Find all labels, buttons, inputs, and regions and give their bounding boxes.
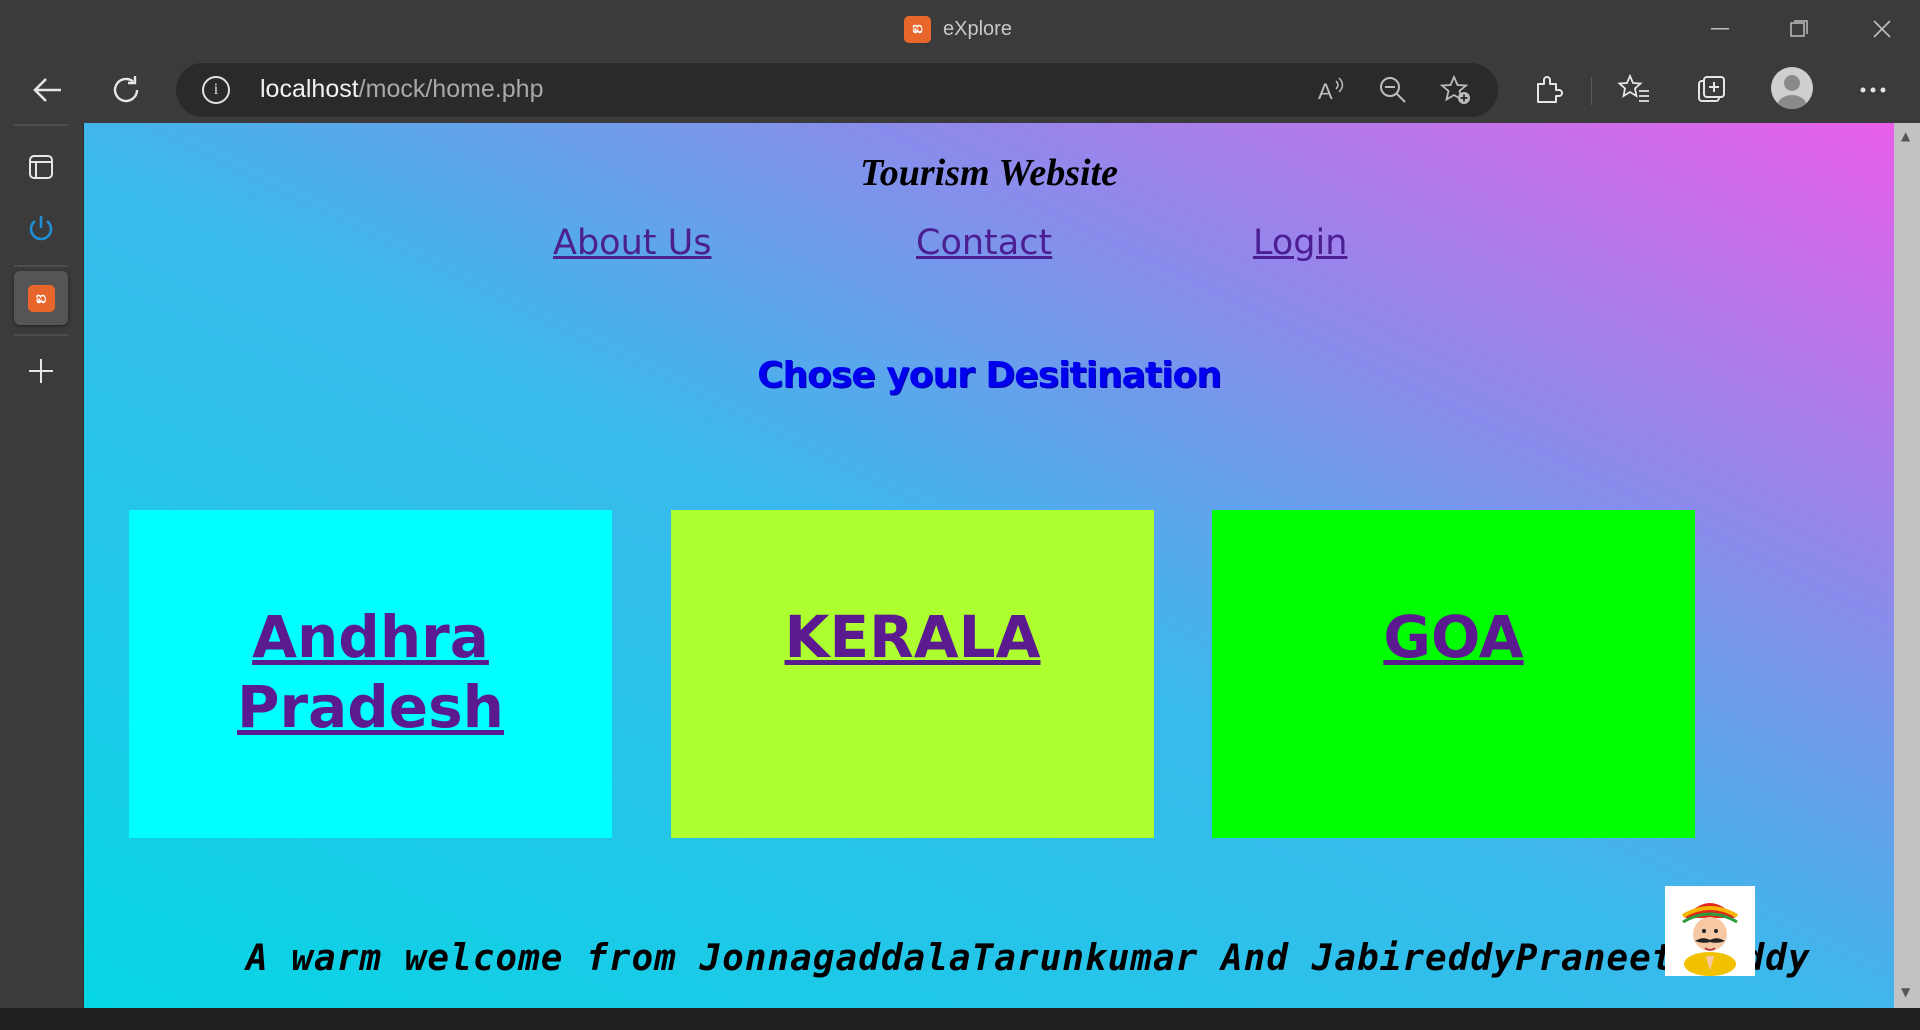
favorites-button[interactable] xyxy=(1610,66,1658,114)
vertical-tab-sidebar: ಐ xyxy=(0,123,83,1008)
nav-login-link[interactable]: Login xyxy=(1253,223,1347,263)
address-bar[interactable]: i localhost/mock/home.php A xyxy=(176,63,1498,117)
turban-mascot-image xyxy=(1665,886,1755,976)
sidebar-divider xyxy=(14,334,68,336)
goa-link[interactable]: GOA xyxy=(1383,603,1523,671)
xampp-logo-icon: ಐ xyxy=(904,15,931,43)
page-scrollbar[interactable]: ▲ ▼ xyxy=(1894,123,1920,1008)
xampp-icon: ಐ xyxy=(27,284,55,312)
add-icon xyxy=(29,359,53,383)
andhra-pradesh-link[interactable]: Andhra Pradesh xyxy=(237,603,504,741)
url-host: localhost xyxy=(260,75,359,103)
os-taskbar xyxy=(0,1008,1920,1030)
sidebar-divider xyxy=(14,265,68,267)
tab-actions-icon xyxy=(29,155,53,179)
read-aloud-icon[interactable]: A xyxy=(1314,73,1348,107)
extensions-button[interactable] xyxy=(1524,66,1572,114)
back-button[interactable] xyxy=(24,66,72,114)
destination-card-kerala[interactable]: KERALA xyxy=(671,510,1154,838)
back-icon xyxy=(33,78,61,102)
collections-icon xyxy=(1698,76,1725,102)
add-favorite-icon[interactable] xyxy=(1439,73,1473,107)
refresh-icon xyxy=(113,76,139,103)
collections-button[interactable] xyxy=(1688,66,1736,114)
info-icon[interactable]: i xyxy=(202,76,230,104)
more-icon xyxy=(1860,87,1886,93)
scroll-up-arrow-icon[interactable]: ▲ xyxy=(1901,129,1910,143)
sidebar-tab-xampp[interactable]: ಐ xyxy=(14,271,68,325)
destination-card-andhra-pradesh[interactable]: Andhra Pradesh xyxy=(129,510,612,838)
url-path: /mock/home.php xyxy=(358,75,544,103)
refresh-button[interactable] xyxy=(102,66,150,114)
sidebar-divider xyxy=(14,124,68,126)
favorites-icon xyxy=(1617,73,1649,102)
destination-heading: Chose your Desitination xyxy=(757,355,1222,396)
scroll-down-arrow-icon[interactable]: ▼ xyxy=(1901,985,1910,999)
zoom-out-icon[interactable] xyxy=(1376,73,1410,107)
browser-toolbar: i localhost/mock/home.php A xyxy=(0,57,1920,123)
window-title-text: eXplore xyxy=(943,17,1012,40)
toolbar-divider xyxy=(1591,77,1592,105)
tab-actions-button[interactable] xyxy=(14,140,68,194)
close-button[interactable] xyxy=(1849,0,1915,57)
url-text[interactable]: localhost/mock/home.php xyxy=(260,75,544,104)
new-tab-button[interactable] xyxy=(14,344,68,398)
maximize-button[interactable] xyxy=(1766,0,1832,57)
title-bar: ಐ eXplore xyxy=(0,0,1920,57)
svg-text:A: A xyxy=(1318,79,1333,104)
web-page: Tourism Website About Us Contact Login C… xyxy=(84,123,1894,1008)
more-menu-button[interactable] xyxy=(1849,66,1897,114)
window-title: ಐ eXplore xyxy=(904,14,1012,44)
minimize-button[interactable] xyxy=(1687,0,1753,57)
welcome-message: A warm welcome from JonnagaddalaTarunkum… xyxy=(246,938,1811,979)
destination-card-goa[interactable]: GOA xyxy=(1212,510,1695,838)
profile-icon[interactable] xyxy=(1771,67,1813,109)
kerala-link[interactable]: KERALA xyxy=(785,603,1041,671)
nav-contact-link[interactable]: Contact xyxy=(916,223,1052,263)
site-title: Tourism Website xyxy=(860,152,1118,194)
nav-about-us-link[interactable]: About Us xyxy=(553,223,711,263)
power-icon xyxy=(29,216,53,241)
extensions-icon xyxy=(1537,76,1563,103)
sidebar-tab-power[interactable] xyxy=(14,201,68,255)
